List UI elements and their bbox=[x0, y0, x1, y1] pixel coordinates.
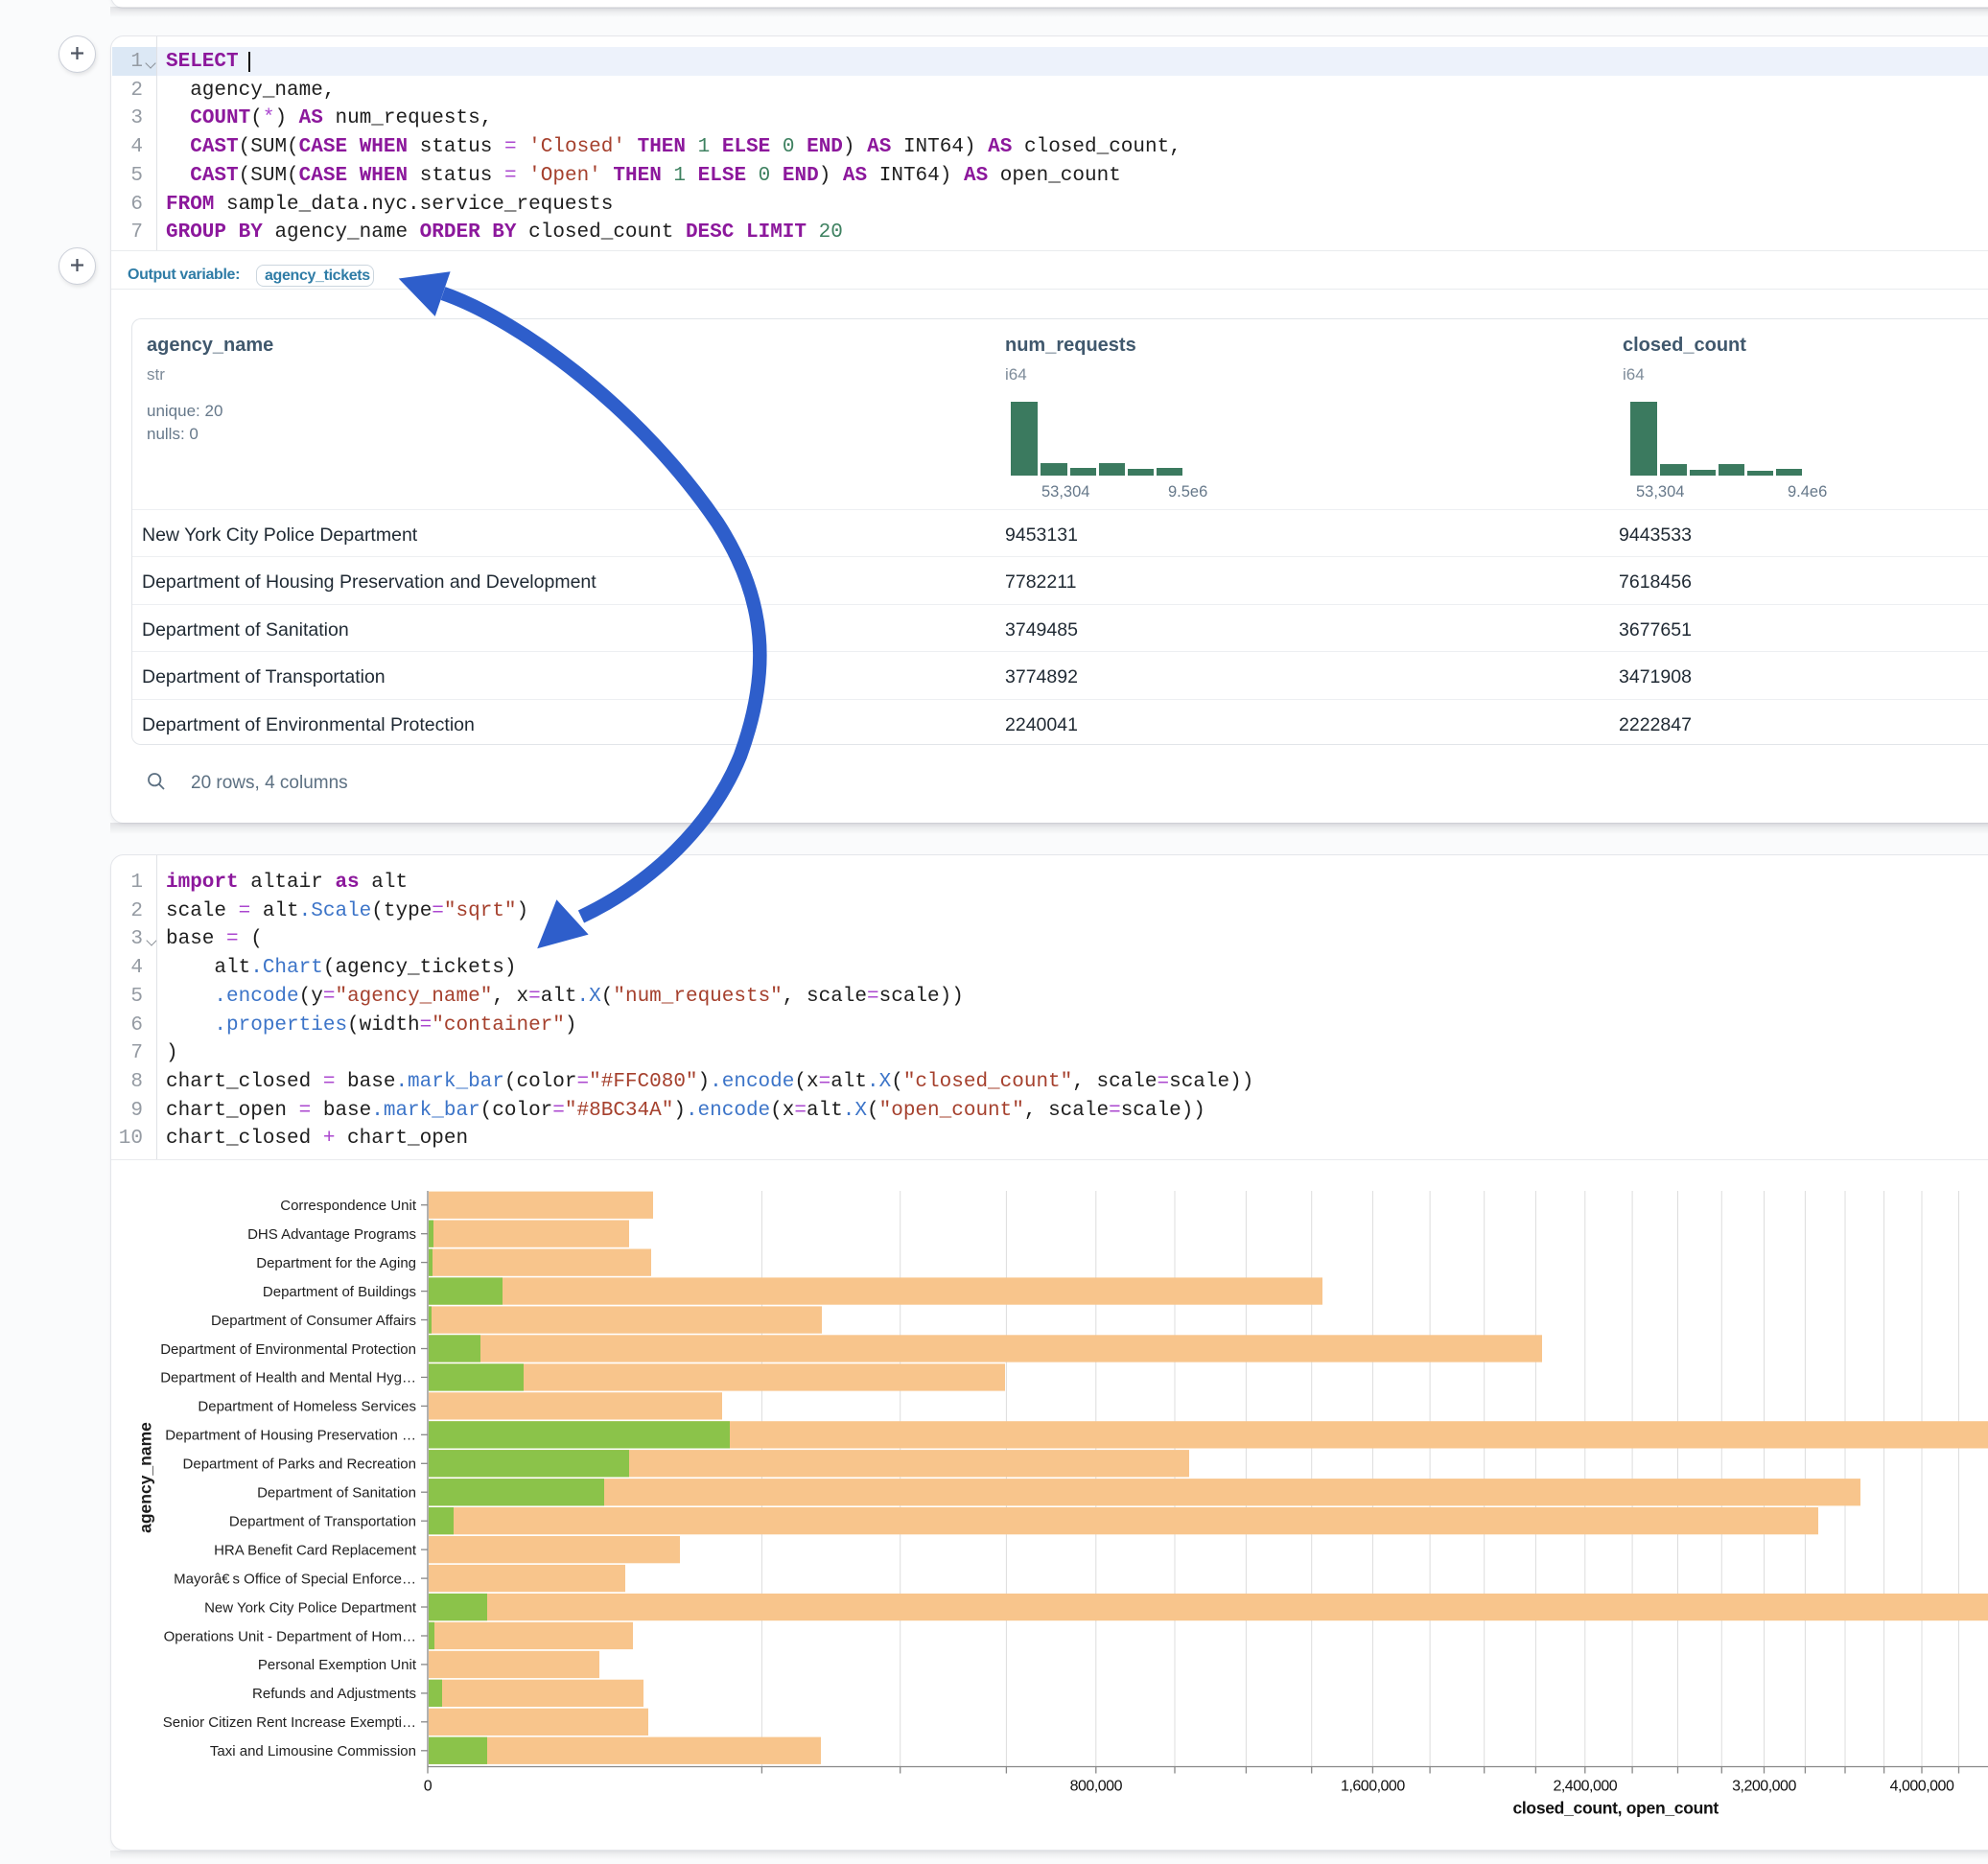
svg-text:New York City Police Departmen: New York City Police Department bbox=[204, 1599, 417, 1616]
svg-text:Department of Consumer Affairs: Department of Consumer Affairs bbox=[211, 1313, 416, 1329]
svg-text:Taxi and Limousine Commission: Taxi and Limousine Commission bbox=[210, 1743, 416, 1759]
svg-text:Personal Exemption Unit: Personal Exemption Unit bbox=[258, 1657, 417, 1673]
svg-text:Senior Citizen Rent Increase E: Senior Citizen Rent Increase Exempti… bbox=[163, 1714, 416, 1731]
svg-text:1,600,000: 1,600,000 bbox=[1341, 1779, 1405, 1795]
svg-text:Correspondence Unit: Correspondence Unit bbox=[280, 1198, 417, 1214]
svg-text:Department of Housing Preserva: Department of Housing Preservation … bbox=[165, 1428, 416, 1444]
svg-text:HRA Benefit Card Replacement: HRA Benefit Card Replacement bbox=[214, 1542, 417, 1558]
svg-text:Department of Environmental Pr: Department of Environmental Protection bbox=[160, 1341, 416, 1358]
svg-text:agency_name: agency_name bbox=[136, 1422, 155, 1533]
svg-text:Department for the Aging: Department for the Aging bbox=[256, 1255, 416, 1271]
svg-text:Department of Sanitation: Department of Sanitation bbox=[257, 1485, 416, 1502]
svg-text:Operations Unit - Department o: Operations Unit - Department of Hom… bbox=[164, 1628, 416, 1644]
svg-text:3,200,000: 3,200,000 bbox=[1732, 1779, 1796, 1795]
svg-text:DHS Advantage Programs: DHS Advantage Programs bbox=[247, 1226, 416, 1243]
svg-text:0: 0 bbox=[424, 1779, 433, 1795]
svg-text:Department of Transportation: Department of Transportation bbox=[229, 1514, 416, 1530]
svg-text:Department of Health and Menta: Department of Health and Mental Hyg… bbox=[160, 1370, 416, 1386]
svg-text:4,000,000: 4,000,000 bbox=[1890, 1779, 1954, 1795]
svg-text:closed_count, open_count: closed_count, open_count bbox=[1512, 1799, 1719, 1818]
svg-text:800,000: 800,000 bbox=[1070, 1779, 1123, 1795]
svg-text:Department of Homeless Service: Department of Homeless Services bbox=[198, 1399, 416, 1415]
svg-text:Refunds and Adjustments: Refunds and Adjustments bbox=[252, 1686, 416, 1702]
svg-text:2,400,000: 2,400,000 bbox=[1553, 1779, 1617, 1795]
svg-text:Department of Buildings: Department of Buildings bbox=[263, 1284, 416, 1300]
svg-text:Department of Parks and Recrea: Department of Parks and Recreation bbox=[183, 1456, 416, 1473]
svg-text:Mayorâ€ s Office of Special En: Mayorâ€ s Office of Special Enforce… bbox=[174, 1571, 416, 1587]
